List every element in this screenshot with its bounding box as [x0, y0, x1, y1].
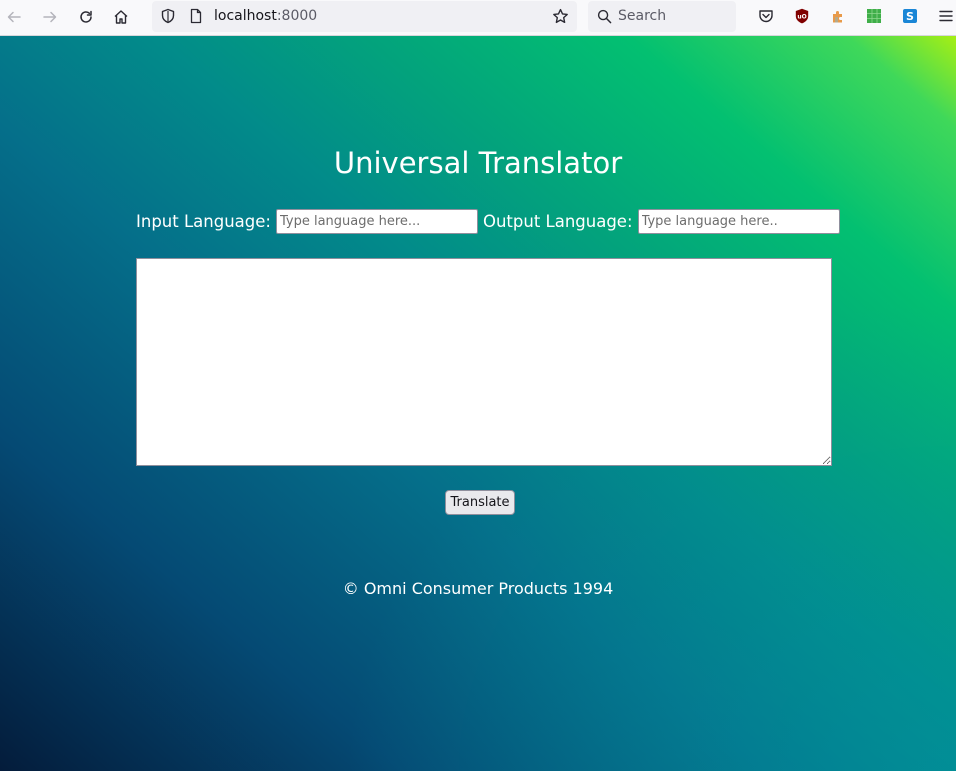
svg-text:S: S: [906, 10, 914, 23]
page-icon[interactable]: [188, 8, 204, 24]
input-language-field[interactable]: [275, 209, 478, 234]
input-language-label: Input Language:: [136, 212, 271, 231]
browser-window: localhost:8000 Search uO S Universal Tra…: [0, 0, 956, 771]
pocket-icon[interactable]: [758, 8, 774, 24]
extension-icon[interactable]: [830, 8, 846, 24]
search-icon: [597, 9, 612, 24]
page-title: Universal Translator: [333, 146, 623, 180]
reload-icon: [80, 10, 92, 23]
forward-icon: [43, 11, 57, 23]
url-port: :8000: [276, 8, 318, 24]
bookmark-star-icon[interactable]: [552, 8, 569, 25]
search-placeholder: Search: [618, 8, 667, 24]
page-viewport: Universal Translator Input Language: Out…: [0, 36, 956, 771]
url-text[interactable]: localhost:8000: [214, 8, 317, 24]
translate-button[interactable]: Translate: [445, 490, 515, 515]
translator-page: Universal Translator Input Language: Out…: [0, 36, 956, 771]
footer-copyright: © Omni Consumer Products 1994: [342, 579, 614, 598]
shield-icon[interactable]: [160, 8, 176, 24]
home-icon: [114, 10, 128, 24]
search-bar[interactable]: Search: [588, 1, 736, 32]
back-button[interactable]: [0, 4, 28, 30]
s-extension-icon[interactable]: S: [902, 8, 918, 24]
ublock-icon[interactable]: uO: [794, 8, 810, 24]
back-icon: [7, 11, 21, 23]
url-bar[interactable]: localhost:8000: [152, 1, 577, 32]
browser-toolbar: localhost:8000 Search uO S: [0, 0, 956, 36]
output-language-label: Output Language:: [482, 212, 633, 231]
output-language-field[interactable]: [637, 209, 840, 234]
url-host: localhost: [214, 8, 277, 24]
translation-text-area[interactable]: [136, 258, 832, 466]
home-button[interactable]: [107, 4, 135, 30]
reload-button[interactable]: [72, 4, 100, 30]
svg-text:uO: uO: [797, 14, 806, 21]
sheets-extension-icon[interactable]: [866, 8, 882, 24]
language-row: Input Language: Output Language:: [136, 209, 845, 234]
forward-button[interactable]: [36, 4, 64, 30]
menu-icon[interactable]: [938, 8, 954, 24]
